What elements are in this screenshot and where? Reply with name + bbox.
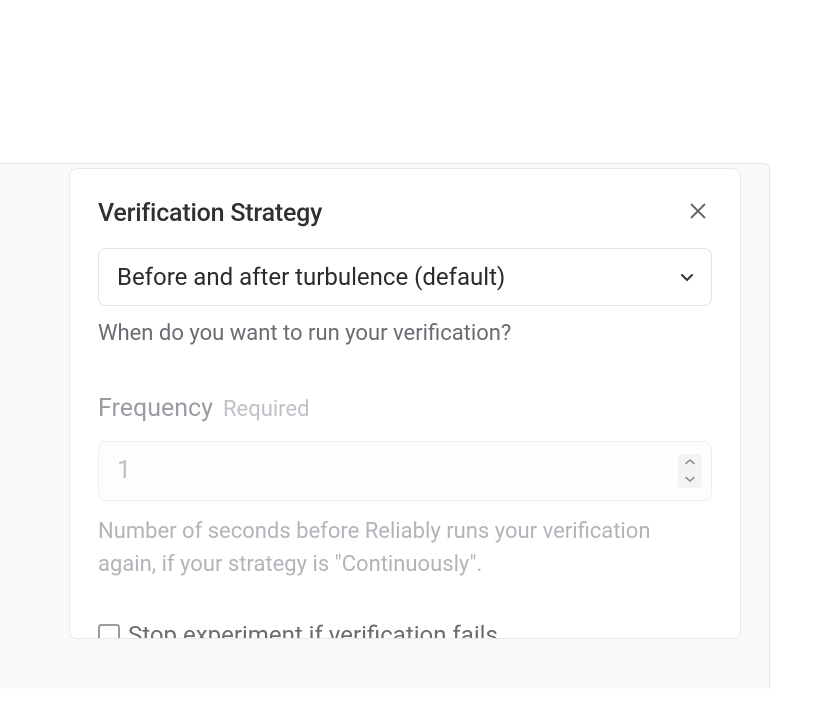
strategy-select-wrap: Before and after turbulence (default) (98, 248, 712, 306)
frequency-help-text: Number of seconds before Reliably runs y… (98, 515, 712, 581)
frequency-label-row: Frequency Required (98, 394, 712, 423)
chevron-down-icon (685, 476, 695, 482)
frequency-input-value: 1 (117, 456, 131, 485)
strategy-select-value: Before and after turbulence (default) (117, 263, 505, 291)
strategy-select[interactable]: Before and after turbulence (default) (98, 248, 712, 306)
verification-strategy-modal: Verification Strategy Before and after t… (69, 168, 741, 639)
frequency-input-wrap: 1 (98, 441, 712, 501)
frequency-stepper (678, 454, 702, 488)
close-icon (687, 200, 709, 222)
stepper-down-button[interactable] (678, 471, 702, 488)
stop-experiment-checkbox-label: Stop experiment if verification fails (128, 621, 498, 639)
frequency-required-label: Required (223, 397, 310, 422)
modal-header: Verification Strategy (98, 199, 712, 228)
chevron-up-icon (685, 459, 695, 465)
frequency-input[interactable]: 1 (98, 441, 712, 501)
stop-experiment-checkbox[interactable] (98, 624, 120, 639)
strategy-help-text: When do you want to run your verificatio… (98, 318, 712, 350)
stepper-up-button[interactable] (678, 454, 702, 471)
stop-experiment-checkbox-row: Stop experiment if verification fails (98, 621, 712, 639)
frequency-label: Frequency (98, 394, 213, 423)
close-button[interactable] (684, 197, 712, 225)
modal-title: Verification Strategy (98, 199, 322, 228)
